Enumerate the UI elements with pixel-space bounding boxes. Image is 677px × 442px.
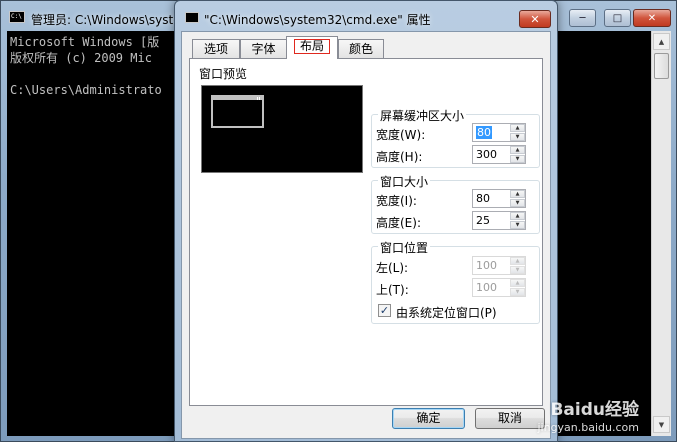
- buffer-width-row: 宽度(W): 80 ▲ ▼: [376, 123, 536, 143]
- window-width-label: 宽度(I):: [376, 194, 417, 208]
- position-left-label: 左(L):: [376, 261, 409, 275]
- window-width-row: 宽度(I): 80 ▲ ▼: [376, 189, 536, 209]
- buffer-height-value[interactable]: 300: [476, 148, 497, 161]
- cancel-button[interactable]: 取消: [475, 408, 545, 429]
- spin-down-button[interactable]: ▼: [510, 133, 525, 141]
- tab-strip: 选项 字体 布局 颜色: [182, 32, 550, 59]
- spin-down-button[interactable]: ▼: [510, 288, 525, 296]
- group-title: 窗口位置: [378, 239, 431, 256]
- spin-up-button[interactable]: ▲: [510, 212, 525, 220]
- tab-label: 选项: [203, 42, 228, 56]
- close-icon: ✕: [530, 12, 540, 26]
- buffer-height-row: 高度(H): 300 ▲ ▼: [376, 145, 536, 165]
- tab-label: 字体: [251, 42, 276, 56]
- dialog-title: "C:\Windows\system32\cmd.exe" 属性: [204, 13, 431, 27]
- window-height-spinner[interactable]: 25 ▲ ▼: [472, 211, 526, 230]
- window-height-row: 高度(E): 25 ▲ ▼: [376, 211, 536, 231]
- dialog-titlebar[interactable]: "C:\Windows\system32\cmd.exe" 属性 ✕: [175, 1, 557, 31]
- spin-down-button[interactable]: ▼: [510, 221, 525, 229]
- console-icon: C:\: [9, 11, 25, 23]
- maximize-button[interactable]: □: [604, 9, 631, 27]
- baidu-watermark-url: jingyan.baidu.com: [537, 421, 639, 434]
- tab-label: 颜色: [348, 42, 373, 56]
- layout-panel: 窗口预览 屏幕缓冲区大小 宽度(W): 80 ▲ ▼ 高度(H): 300 ▲ …: [189, 58, 543, 406]
- buffer-size-group: 屏幕缓冲区大小 宽度(W): 80 ▲ ▼ 高度(H): 300 ▲ ▼: [371, 107, 540, 168]
- buffer-width-label: 宽度(W):: [376, 128, 426, 142]
- tab-label: 布局: [293, 39, 330, 54]
- buffer-width-value[interactable]: 80: [476, 126, 492, 139]
- spin-down-button[interactable]: ▼: [510, 155, 525, 163]
- window-size-group: 窗口大小 宽度(I): 80 ▲ ▼ 高度(E): 25 ▲ ▼: [371, 173, 540, 234]
- spin-down-button[interactable]: ▼: [510, 199, 525, 207]
- console-line: 版权所有 (c) 2009 Mic: [10, 51, 152, 65]
- cancel-button-label: 取消: [497, 411, 522, 425]
- position-left-value[interactable]: 100: [476, 259, 497, 272]
- auto-position-row[interactable]: ✓ 由系统定位窗口(P): [378, 303, 538, 321]
- spin-up-button[interactable]: ▲: [510, 146, 525, 154]
- buffer-height-label: 高度(H):: [376, 150, 423, 164]
- position-top-spinner[interactable]: 100 ▲ ▼: [472, 278, 526, 297]
- spin-up-button[interactable]: ▲: [510, 190, 525, 198]
- close-icon: ✕: [647, 12, 657, 24]
- tab-options[interactable]: 选项: [192, 39, 240, 58]
- console-close-button[interactable]: ✕: [633, 9, 671, 27]
- preview-label: 窗口预览: [199, 67, 248, 81]
- spin-buttons: ▲ ▼: [510, 257, 525, 274]
- window-width-spinner[interactable]: 80 ▲ ▼: [472, 189, 526, 208]
- ok-button-label: 确定: [416, 411, 441, 425]
- spin-buttons: ▲ ▼: [510, 124, 525, 141]
- tab-colors[interactable]: 颜色: [338, 39, 384, 58]
- scroll-down-button[interactable]: ▼: [653, 416, 670, 433]
- buffer-width-spinner[interactable]: 80 ▲ ▼: [472, 123, 526, 142]
- scrollbar-thumb[interactable]: [654, 53, 669, 79]
- console-icon: [185, 12, 199, 23]
- maximize-icon: □: [612, 12, 623, 24]
- preview-window-outline: [211, 95, 264, 128]
- dialog-client: 选项 字体 布局 颜色 窗口预览 屏幕缓冲区大小 宽度(W): 80 ▲ ▼ 高…: [181, 31, 551, 439]
- console-title: 管理员: C:\Windows\syste: [31, 13, 181, 27]
- minimize-button[interactable]: ─: [569, 9, 596, 27]
- ok-button[interactable]: 确定: [392, 408, 465, 429]
- auto-position-checkbox[interactable]: ✓: [378, 304, 391, 317]
- chevron-up-icon: ▲: [658, 37, 665, 46]
- buffer-height-spinner[interactable]: 300 ▲ ▼: [472, 145, 526, 164]
- spin-down-button[interactable]: ▼: [510, 266, 525, 274]
- spin-buttons: ▲ ▼: [510, 212, 525, 229]
- chevron-down-icon: ▼: [658, 420, 665, 429]
- vertical-scrollbar[interactable]: ▲ ▼: [651, 31, 671, 436]
- console-line: C:\Users\Administrato: [10, 83, 162, 97]
- spin-buttons: ▲ ▼: [510, 279, 525, 296]
- position-top-value[interactable]: 100: [476, 281, 497, 294]
- minimize-icon: ─: [579, 12, 586, 24]
- window-width-value[interactable]: 80: [476, 192, 490, 205]
- spin-up-button[interactable]: ▲: [510, 257, 525, 265]
- position-left-row: 左(L): 100 ▲ ▼: [376, 256, 536, 276]
- dialog-close-button[interactable]: ✕: [519, 10, 551, 28]
- tab-font[interactable]: 字体: [240, 39, 287, 58]
- spin-buttons: ▲ ▼: [510, 146, 525, 163]
- tab-layout[interactable]: 布局: [286, 36, 338, 59]
- scroll-up-button[interactable]: ▲: [653, 33, 670, 50]
- spin-buttons: ▲ ▼: [510, 190, 525, 207]
- group-title: 屏幕缓冲区大小: [378, 107, 467, 124]
- position-left-spinner[interactable]: 100 ▲ ▼: [472, 256, 526, 275]
- auto-position-label[interactable]: 由系统定位窗口(P): [396, 304, 497, 321]
- position-top-label: 上(T):: [376, 283, 409, 297]
- properties-dialog: "C:\Windows\system32\cmd.exe" 属性 ✕ 选项 字体…: [174, 0, 558, 442]
- window-height-value[interactable]: 25: [476, 214, 490, 227]
- spin-up-button[interactable]: ▲: [510, 279, 525, 287]
- window-preview: [201, 85, 363, 173]
- position-top-row: 上(T): 100 ▲ ▼: [376, 278, 536, 298]
- window-position-group: 窗口位置 左(L): 100 ▲ ▼ 上(T): 100 ▲ ▼ ✓ 由系统定位…: [371, 239, 540, 324]
- window-height-label: 高度(E):: [376, 216, 421, 230]
- group-title: 窗口大小: [378, 173, 431, 190]
- baidu-watermark: Baidu经验: [550, 400, 639, 420]
- console-line: Microsoft Windows [版: [10, 35, 160, 49]
- spin-up-button[interactable]: ▲: [510, 124, 525, 132]
